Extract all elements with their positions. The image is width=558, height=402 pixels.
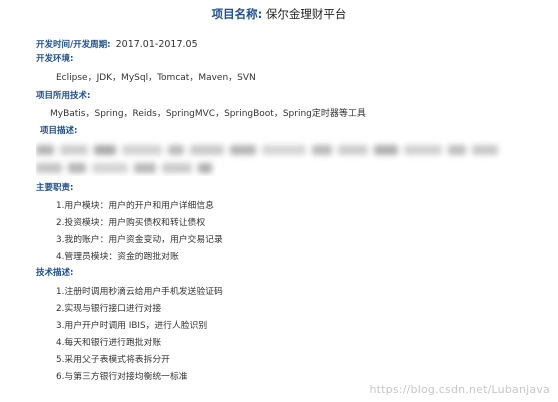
period-label: 开发时间/开发周期: — [36, 40, 111, 50]
period-value: 2017.01-2017.05 — [115, 39, 198, 50]
description-label: 项目描述: — [40, 126, 78, 136]
project-title-value: 保尔金理财平台 — [265, 7, 347, 21]
description-redacted — [36, 136, 532, 176]
responsibility-item: 4.管理员模块：资金的跑批对账 — [56, 252, 179, 262]
responsibility-item: 3.我的账户：用户资金变动，用户交易记录 — [56, 235, 223, 245]
technical-item: 6.与第三方银行对接均衡统一标准 — [56, 372, 188, 382]
redacted-line — [36, 140, 504, 155]
technical-item: 5.采用父子表模式将表拆分开 — [56, 355, 170, 365]
technical-item: 4.每天和银行进行跑批对账 — [56, 338, 162, 348]
technical-item: 1.注册时调用秒滴云给用户手机发送验证码 — [56, 287, 223, 297]
environment-label: 开发环境: — [36, 54, 74, 64]
redacted-line — [36, 158, 218, 173]
technical-label: 技术描述: — [36, 268, 74, 278]
responsibility-item: 2.投资模块：用户购买债权和转让债权 — [56, 218, 206, 228]
environment-value: Eclipse，JDK，MySql，Tomcat，Maven，SVN — [56, 73, 256, 83]
tech-stack-label: 项目所用技术: — [36, 91, 91, 101]
technical-item: 3.用户开户时调用 IBIS，进行人脸识别 — [56, 321, 208, 331]
tech-stack-value: MyBatis，Spring，Reids，SpringMVC，SpringBoo… — [50, 109, 366, 119]
watermark: https://blog.csdn.net/Lubanjava — [369, 383, 550, 396]
responsibility-item: 1.用户模块：用户的开户和用户详细信息 — [56, 201, 214, 211]
project-title-label: 项目名称: — [211, 7, 263, 21]
period-row: 开发时间/开发周期: 2017.01-2017.05 — [36, 32, 198, 51]
technical-item: 2.实现与银行接口进行对接 — [56, 304, 162, 314]
project-title: 项目名称: 保尔金理财平台 — [0, 6, 558, 22]
responsibilities-label: 主要职责: — [36, 183, 74, 193]
